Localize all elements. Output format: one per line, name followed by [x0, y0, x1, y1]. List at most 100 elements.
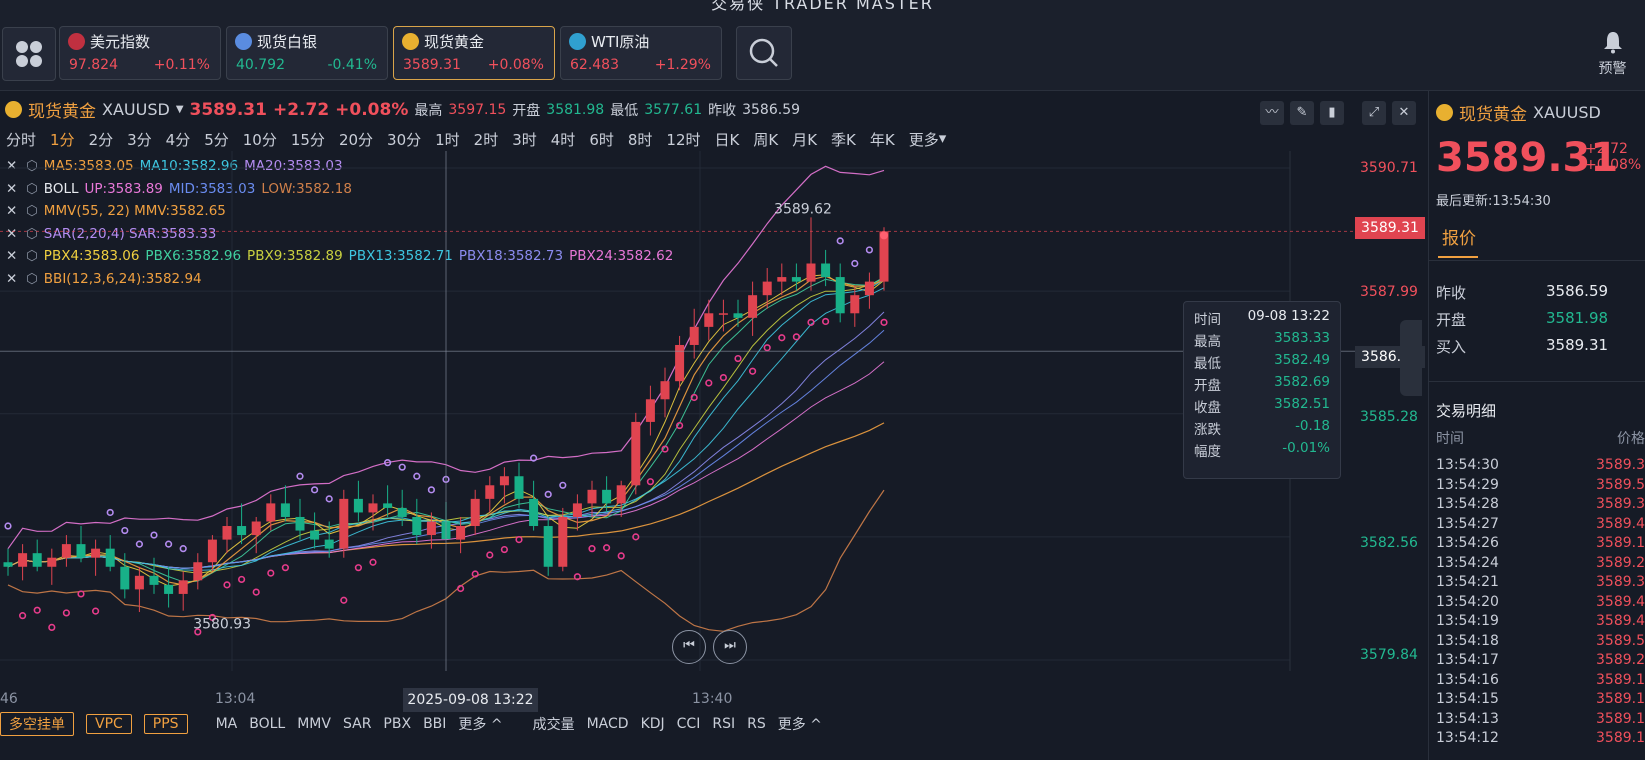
sub-indicator[interactable]: KDJ: [641, 716, 665, 732]
candle-tooltip: 时间 09-08 13:22 最高 3583.33 最低 3582.49 开盘 3582.69…: [1183, 301, 1341, 479]
apps-menu-button[interactable]: [2, 27, 56, 81]
sar-dot: [311, 486, 319, 494]
tab-quote[interactable]: 报价: [1442, 224, 1476, 249]
candle-body: [134, 575, 144, 590]
main-indicator[interactable]: MMV: [297, 716, 331, 732]
main-indicator[interactable]: SAR: [343, 716, 371, 732]
main-indicator[interactable]: 更多 ^: [458, 714, 502, 734]
trade-row: 13:54:16 3589.1: [1436, 672, 1645, 688]
order-button[interactable]: VPC: [86, 714, 132, 734]
col-time: 时间: [1436, 431, 1464, 447]
trade-time: 13:54:12: [1436, 730, 1499, 746]
candle-body: [76, 544, 86, 558]
sar-dot: [340, 596, 348, 604]
sub-indicator[interactable]: RS: [747, 716, 766, 732]
candle-body: [806, 263, 816, 282]
main-indicator[interactable]: MA: [216, 716, 238, 732]
ticker-label: 美元指数: [90, 33, 151, 51]
trade-price: 3589.5: [1596, 476, 1645, 493]
trade-row: 13:54:20 3589.4: [1436, 594, 1645, 610]
sar-dot: [121, 526, 129, 535]
trade-row: 13:54:30 3589.3: [1436, 457, 1645, 473]
last-price-tag: 3589.31: [1355, 217, 1425, 239]
main-indicator[interactable]: BOLL: [249, 716, 285, 732]
trade-price: 3589.4: [1596, 613, 1645, 629]
tooltip-value: 3583.33: [1274, 330, 1330, 346]
candle-body: [295, 516, 305, 531]
ticker-change: +0.11%: [153, 57, 210, 73]
search-button[interactable]: [736, 26, 792, 80]
main-indicator[interactable]: BBI: [423, 716, 446, 732]
rp-change-value: +2.72: [1585, 141, 1628, 157]
sub-indicator[interactable]: 成交量: [533, 714, 575, 734]
trade-price: 3589.1: [1596, 671, 1645, 688]
sar-dot: [135, 540, 143, 548]
sub-indicator[interactable]: RSI: [712, 716, 735, 732]
candle-body: [821, 263, 831, 278]
tooltip-row: 时间 09-08 13:22: [1194, 308, 1330, 328]
quote-key: 买入: [1436, 338, 1467, 356]
sar-dot: [19, 612, 27, 620]
ticker-1[interactable]: 现货白银 40.792 -0.41%: [226, 26, 388, 80]
ticker-change: -0.41%: [327, 57, 377, 73]
candlestick-chart[interactable]: 3589.62 3580.93: [0, 91, 1356, 711]
quote-row: 昨收 3586.59: [1436, 282, 1636, 303]
close-button[interactable]: ✕: [1392, 101, 1416, 125]
order-button[interactable]: 多空挂单: [0, 712, 74, 736]
y-tick: 3579.84: [1360, 647, 1418, 663]
trade-price: 3589.1: [1596, 710, 1645, 727]
expand-button[interactable]: ⤢: [1362, 101, 1386, 125]
trade-price: 3589.1: [1596, 535, 1645, 551]
sar-dot: [778, 334, 786, 342]
sar-dot: [486, 551, 494, 559]
sub-indicator[interactable]: MACD: [587, 716, 629, 732]
gold-icon: [1436, 104, 1453, 121]
sub-indicator[interactable]: CCI: [677, 716, 701, 732]
ticker-label: 现货黄金: [424, 33, 485, 51]
sar-dot: [238, 575, 246, 584]
candle-body: [645, 399, 655, 422]
tab-underline: [1438, 256, 1478, 258]
candle-body: [864, 281, 874, 296]
candle-body: [178, 580, 188, 594]
expand-icon: ⤢: [1368, 105, 1380, 120]
ticker-3[interactable]: WTI原油 62.483 +1.29%: [560, 26, 722, 80]
candle-body: [543, 526, 553, 567]
ticker-name: 美元指数: [68, 31, 150, 52]
sar-dot: [281, 564, 290, 572]
alert-button[interactable]: 预警: [1585, 30, 1640, 78]
main-indicator[interactable]: PBX: [383, 716, 411, 732]
sar-dot: [836, 237, 844, 245]
tooltip-key: 幅度: [1194, 444, 1221, 460]
candle-body: [587, 489, 597, 504]
candle-body: [207, 539, 217, 563]
ticker-label: 现货白银: [257, 33, 318, 51]
tooltip-key: 收盘: [1194, 400, 1221, 416]
x-tick: 13:04: [215, 691, 256, 707]
sar-dot: [646, 478, 655, 486]
trade-time: 13:54:28: [1436, 496, 1499, 512]
sar-dot: [296, 472, 304, 480]
sar-dot: [62, 609, 71, 617]
candle-body: [368, 503, 378, 513]
divider: [1428, 260, 1645, 261]
sub-indicator[interactable]: 更多 ^: [778, 714, 822, 734]
scroll-end-button[interactable]: ⏭: [713, 630, 747, 664]
sar-dot: [252, 588, 260, 596]
candle-body: [426, 521, 436, 536]
ticker-2[interactable]: 现货黄金 3589.31 +0.08%: [393, 26, 555, 80]
oil-icon: [569, 33, 586, 50]
candle-body: [689, 326, 699, 345]
order-button[interactable]: PPS: [143, 714, 188, 734]
sar-dot: [734, 354, 742, 363]
scroll-start-button[interactable]: ⏮: [672, 630, 706, 664]
ticker-0[interactable]: 美元指数 97.824 +0.11%: [59, 26, 221, 80]
rp-symbol-code: XAUUSD: [1533, 103, 1601, 122]
tooltip-key: 时间: [1194, 312, 1221, 328]
panel-collapse-tab[interactable]: [1400, 320, 1422, 396]
candle-body: [616, 485, 626, 504]
tooltip-value: -0.18: [1295, 418, 1330, 434]
tooltip-value: -0.01%: [1282, 440, 1330, 456]
trade-row: 13:54:19 3589.4: [1436, 613, 1645, 629]
sar-dot: [865, 246, 874, 254]
